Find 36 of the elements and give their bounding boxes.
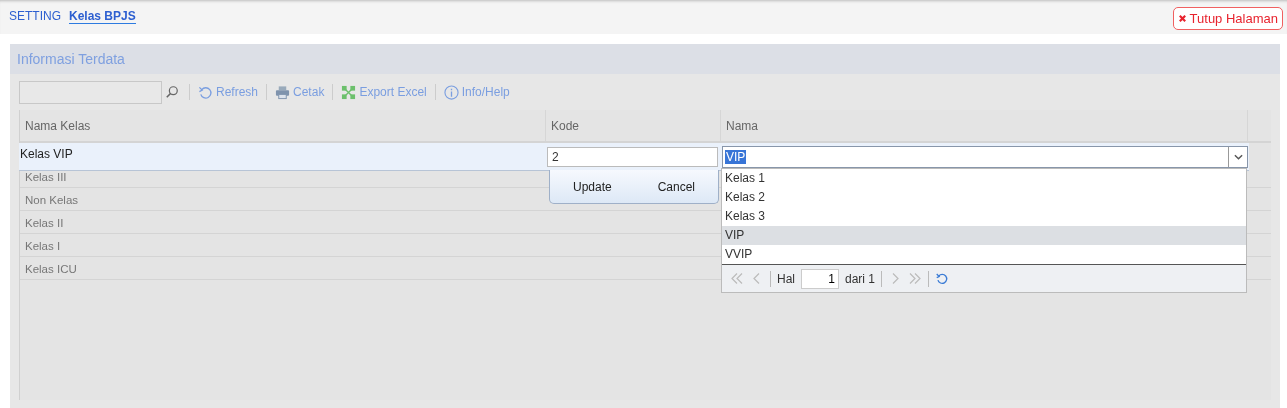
table-cell: Kelas ICU <box>25 263 77 275</box>
info-icon <box>443 84 459 100</box>
column-header[interactable]: Kode <box>546 110 721 141</box>
page-total: dari 1 <box>845 271 876 286</box>
printer-icon <box>275 84 291 100</box>
name-combobox[interactable]: VIP <box>722 145 1248 168</box>
dropdown-option[interactable]: VIP <box>722 226 1246 245</box>
column-header[interactable]: Nama <box>721 110 1248 141</box>
page-input[interactable]: 1 <box>801 268 839 289</box>
breadcrumb-link[interactable]: Kelas BPJS <box>69 8 136 24</box>
table-cell: Kelas II <box>25 217 64 229</box>
close-icon <box>1177 13 1187 23</box>
first-page-icon[interactable] <box>730 272 744 285</box>
dropdown-option[interactable]: Kelas 1 <box>722 169 1246 188</box>
column-header[interactable]: Nama Kelas <box>20 110 546 141</box>
last-page-icon[interactable] <box>908 272 923 285</box>
search-field[interactable] <box>19 80 162 104</box>
refresh-icon[interactable] <box>935 272 950 285</box>
table-cell: Non Kelas <box>25 194 79 206</box>
chevron-down-icon <box>1233 153 1243 160</box>
refresh-icon <box>198 84 213 100</box>
panel-title: Informasi Terdata <box>17 51 125 67</box>
row-name: Kelas VIP <box>19 146 74 161</box>
close-page-button[interactable]: Tutup Halaman <box>1172 6 1283 30</box>
code-input[interactable]: 2 <box>547 146 718 167</box>
editor-button[interactable]: Cancel <box>651 178 701 195</box>
breadcrumb-link[interactable]: SETTING <box>9 9 61 23</box>
page-label: Hal <box>777 271 795 286</box>
dropdown-option[interactable]: Kelas 2 <box>722 188 1246 207</box>
dropdown-option[interactable]: Kelas 3 <box>722 207 1246 226</box>
editor-button[interactable]: Update <box>567 178 618 195</box>
table-cell: Kelas I <box>25 240 61 252</box>
network-icon <box>341 84 357 100</box>
dropdown-option[interactable]: VVIP <box>722 245 1246 264</box>
search-icon[interactable] <box>165 85 179 99</box>
table-cell: Kelas III <box>25 171 67 183</box>
